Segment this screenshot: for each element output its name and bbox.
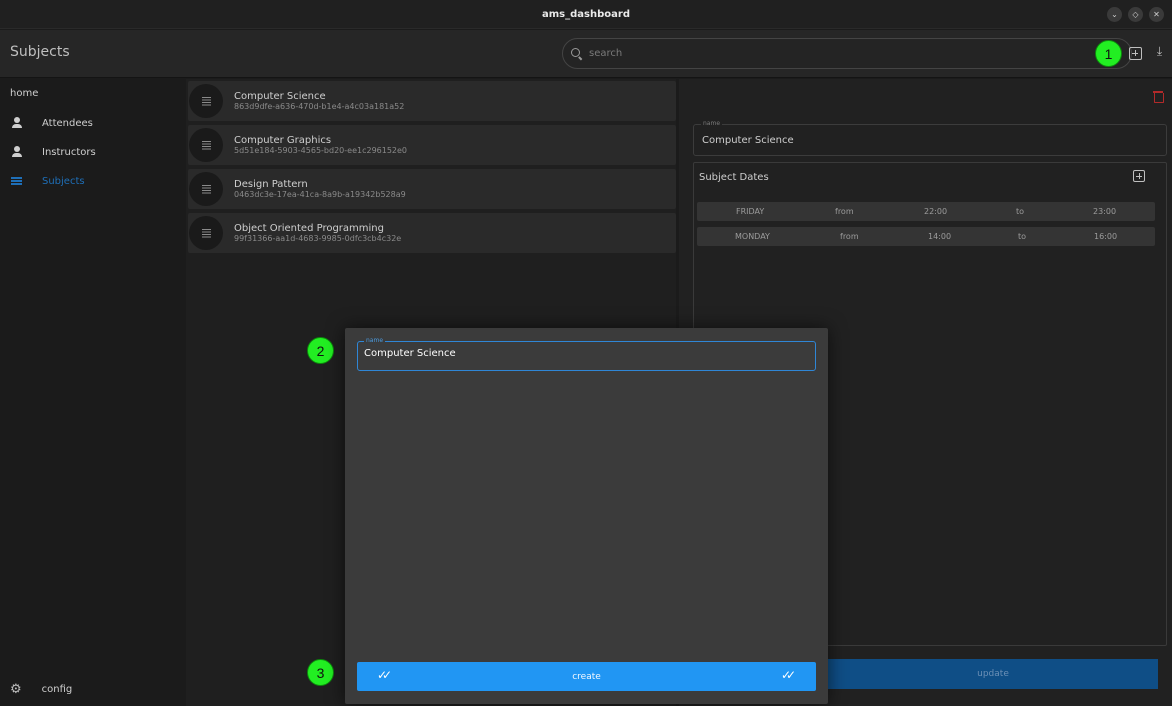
sidebar-item-label: Attendees xyxy=(42,117,93,129)
date-row[interactable]: FRIDAY from 22:00 to 23:00 xyxy=(697,202,1155,221)
list-item[interactable]: Computer Graphics 5d51e184-5903-4565-bd2… xyxy=(188,125,676,165)
date-start: 22:00 xyxy=(924,207,948,216)
detail-name-field[interactable]: name Computer Science xyxy=(693,120,1167,156)
gear-icon: ⚙ xyxy=(10,682,22,697)
close-icon[interactable]: ✕ xyxy=(1149,7,1164,22)
page-title: Subjects xyxy=(10,44,70,60)
list-icon xyxy=(11,175,23,187)
subject-avatar-icon xyxy=(189,216,223,250)
subject-name: Computer Graphics xyxy=(234,134,332,146)
window-controls: ⌄ ◇ ✕ xyxy=(1107,7,1164,22)
list-item[interactable]: Design Pattern 0463dc3e-17ea-41ca-8a9b-a… xyxy=(188,169,676,209)
subject-avatar-icon xyxy=(189,172,223,206)
subject-name: Computer Science xyxy=(234,90,326,102)
sidebar-item-label: Subjects xyxy=(42,175,85,187)
create-subject-dialog: name ✓✓ create ✓✓ xyxy=(345,328,828,704)
add-date-icon[interactable] xyxy=(1133,170,1145,182)
field-legend: name xyxy=(701,120,723,127)
detail-name-value: Computer Science xyxy=(702,135,794,146)
update-button[interactable]: update xyxy=(828,659,1158,689)
subject-id: 863d9dfe-a636-470d-b1e4-a4c03a181a52 xyxy=(234,101,405,111)
person-icon xyxy=(11,146,23,158)
subject-id: 0463dc3e-17ea-41ca-8a9b-a19342b528a9 xyxy=(234,189,406,199)
modal-name-field[interactable]: name xyxy=(357,337,816,371)
subject-id: 99f31366-aa1d-4683-9985-0dfc3cb4c32e xyxy=(234,233,402,243)
sidebar-item-label: Instructors xyxy=(42,146,96,158)
search-box[interactable] xyxy=(562,38,1132,69)
sidebar-home[interactable]: home xyxy=(10,88,38,99)
double-check-icon: ✓✓ xyxy=(781,668,796,682)
double-check-icon: ✓✓ xyxy=(377,668,392,682)
date-day: FRIDAY xyxy=(736,207,765,216)
add-subject-icon[interactable] xyxy=(1129,47,1142,60)
modal-name-input[interactable] xyxy=(364,348,804,359)
field-legend: name xyxy=(364,337,386,344)
app-header: Subjects 1 ⤓ xyxy=(0,30,1172,78)
delete-icon[interactable] xyxy=(1153,90,1164,103)
download-icon[interactable]: ⤓ xyxy=(1153,44,1166,58)
subject-name: Design Pattern xyxy=(234,178,308,190)
subject-avatar-icon xyxy=(189,84,223,118)
config-label: config xyxy=(41,684,73,695)
date-to-label: to xyxy=(1018,232,1027,241)
subject-id: 5d51e184-5903-4565-bd20-ee1c296152e0 xyxy=(234,145,408,155)
subject-name: Object Oriented Programming xyxy=(234,222,384,234)
create-button[interactable]: ✓✓ create ✓✓ xyxy=(357,662,816,691)
maximize-icon[interactable]: ◇ xyxy=(1128,7,1143,22)
date-day: MONDAY xyxy=(735,232,770,241)
list-item[interactable]: Computer Science 863d9dfe-a636-470d-b1e4… xyxy=(188,81,676,121)
date-end: 16:00 xyxy=(1094,232,1118,241)
minimize-icon[interactable]: ⌄ xyxy=(1107,7,1122,22)
step-badge-2: 2 xyxy=(307,337,334,364)
sidebar-item-instructors[interactable]: Instructors xyxy=(0,139,186,165)
step-badge-1: 1 xyxy=(1095,40,1122,67)
date-start: 14:00 xyxy=(928,232,952,241)
list-item[interactable]: Object Oriented Programming 99f31366-aa1… xyxy=(188,213,676,253)
date-row[interactable]: MONDAY from 14:00 to 16:00 xyxy=(697,227,1155,246)
title-bar: ams_dashboard ⌄ ◇ ✕ xyxy=(0,0,1172,29)
date-from-label: from xyxy=(835,207,854,216)
window-title: ams_dashboard xyxy=(542,8,630,20)
date-end: 23:00 xyxy=(1093,207,1117,216)
step-badge-3: 3 xyxy=(307,659,334,686)
person-icon xyxy=(11,117,23,129)
search-icon xyxy=(571,47,583,60)
subject-dates-title: Subject Dates xyxy=(699,172,769,183)
sidebar-item-attendees[interactable]: Attendees xyxy=(0,110,186,136)
date-to-label: to xyxy=(1016,207,1025,216)
subject-avatar-icon xyxy=(189,128,223,162)
search-input[interactable] xyxy=(589,48,1069,59)
sidebar-config[interactable]: ⚙ config xyxy=(0,682,72,697)
sidebar: home Attendees Instructors Subjects ⚙ co… xyxy=(0,79,186,706)
create-label: create xyxy=(572,671,601,682)
sidebar-item-subjects[interactable]: Subjects xyxy=(0,168,186,194)
date-from-label: from xyxy=(840,232,859,241)
